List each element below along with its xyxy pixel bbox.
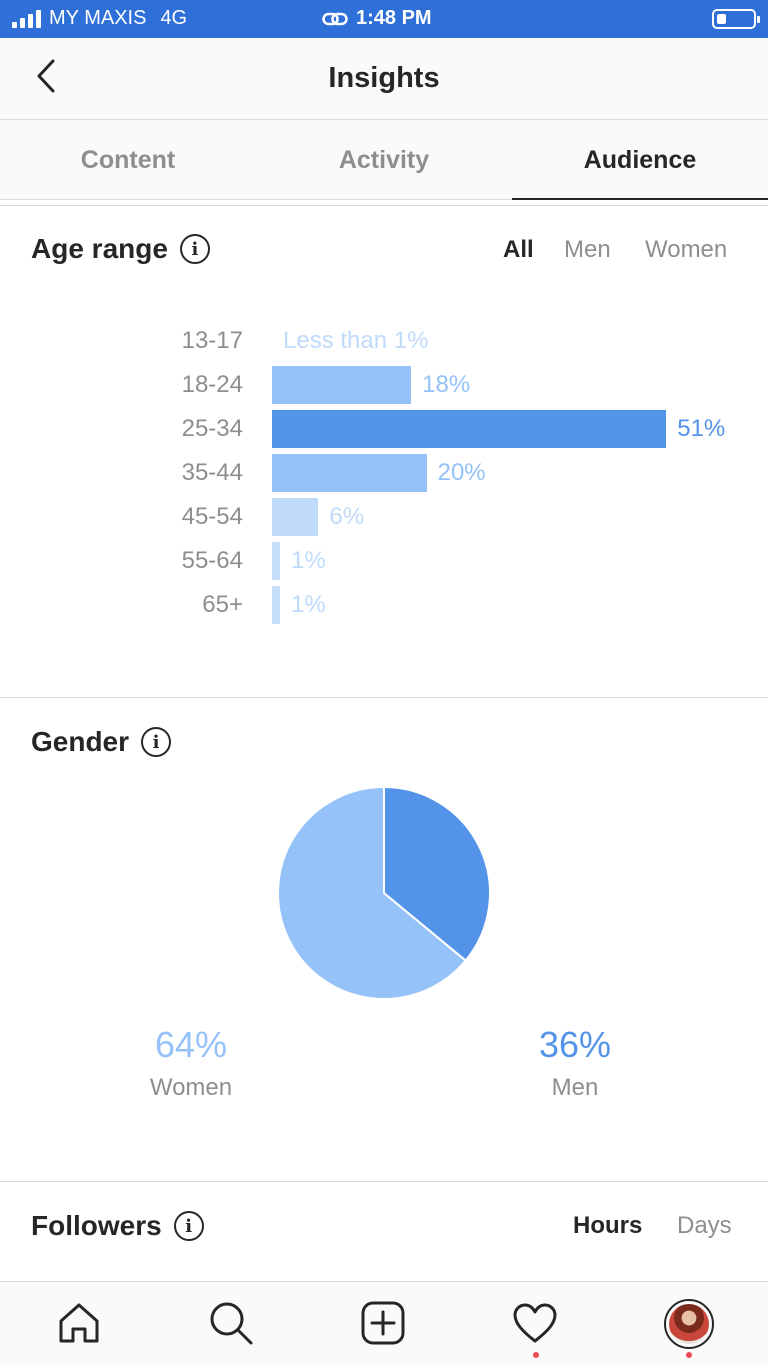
age-value-label: 18% <box>422 371 471 398</box>
section-divider <box>0 697 768 698</box>
age-value-label: 51% <box>677 415 726 442</box>
age-row-label: 55-64 <box>181 547 243 574</box>
age-row-label: 65+ <box>202 591 243 618</box>
status-bar: MY MAXIS 4G 1:48 PM <box>0 0 768 38</box>
notification-dot <box>533 1352 539 1358</box>
tab-bar: Content Activity Audience <box>0 120 768 200</box>
age-row-label: 25-34 <box>181 415 243 442</box>
section-divider <box>0 1181 768 1182</box>
home-icon <box>59 1303 99 1343</box>
signal-icon <box>12 9 41 28</box>
age-row: 45-54 6% <box>0 495 768 539</box>
header: Insights <box>0 38 768 120</box>
women-label: Women <box>149 1074 233 1101</box>
carrier-label: MY MAXIS <box>49 7 147 29</box>
status-time: 1:48 PM <box>356 7 432 29</box>
info-icon[interactable]: i <box>141 727 172 757</box>
network-label: 4G <box>160 7 188 29</box>
tab-activity[interactable]: Activity <box>256 120 512 199</box>
avatar-image <box>669 1304 709 1344</box>
notification-dot <box>686 1352 692 1358</box>
age-value-label: 20% <box>437 459 486 486</box>
age-range-heading: Age range i <box>31 233 210 265</box>
age-bar <box>272 542 280 580</box>
age-value-label: 6% <box>329 503 365 530</box>
age-filter-all[interactable]: All <box>503 236 534 264</box>
age-value-label: 1% <box>291 547 326 574</box>
bottom-nav <box>0 1281 768 1365</box>
age-value-label: Less than 1% <box>283 327 429 354</box>
nav-activity[interactable] <box>512 1300 558 1346</box>
age-row: 25-34 51% <box>0 407 768 451</box>
age-bar <box>272 498 319 536</box>
age-row: 18-24 18% <box>0 363 768 407</box>
age-value-label: 1% <box>291 591 326 618</box>
age-filter-women[interactable]: Women <box>645 236 727 264</box>
age-row-label: 45-54 <box>181 503 243 530</box>
age-row: 65+ 1% <box>0 583 768 627</box>
age-row: 13-17 Less than 1% <box>0 319 768 363</box>
profile-avatar[interactable] <box>664 1299 714 1349</box>
age-row-label: 18-24 <box>181 371 243 398</box>
followers-title: Followers <box>31 1210 162 1241</box>
link-icon <box>322 12 348 25</box>
age-filter-men[interactable]: Men <box>564 236 611 264</box>
info-icon[interactable]: i <box>173 1211 204 1241</box>
age-row-label: 35-44 <box>181 459 243 486</box>
age-bar <box>272 454 427 492</box>
gender-heading: Gender i <box>31 726 172 758</box>
men-percent: 36% <box>538 1024 612 1065</box>
info-icon[interactable]: i <box>179 234 210 264</box>
add-post-icon <box>361 1301 405 1345</box>
nav-search[interactable] <box>208 1300 254 1346</box>
battery-icon <box>712 9 760 29</box>
nav-home[interactable] <box>56 1300 102 1346</box>
gender-title: Gender <box>31 726 130 757</box>
age-row: 35-44 20% <box>0 451 768 495</box>
men-label: Men <box>551 1074 599 1101</box>
age-range-title: Age range <box>31 233 168 264</box>
search-icon <box>210 1302 253 1345</box>
age-bar <box>272 366 412 404</box>
tab-content[interactable]: Content <box>0 120 256 199</box>
nav-add-post[interactable] <box>360 1300 406 1346</box>
activity-heart-icon <box>513 1303 557 1343</box>
followers-filter-hours[interactable]: Hours <box>573 1212 642 1240</box>
tab-audience[interactable]: Audience <box>512 120 768 200</box>
section-divider <box>0 205 768 206</box>
followers-heading: Followers i <box>31 1210 204 1242</box>
status-center: 1:48 PM <box>322 7 432 30</box>
page-title: Insights <box>328 62 440 94</box>
age-row-label: 13-17 <box>181 327 243 354</box>
followers-filter-days[interactable]: Days <box>677 1212 732 1240</box>
gender-pie-chart <box>277 785 491 1000</box>
age-bar <box>272 410 667 448</box>
gender-stat-men: 36% Men <box>475 1024 675 1102</box>
status-left: MY MAXIS 4G <box>12 7 187 30</box>
gender-stat-women: 64% Women <box>91 1024 291 1102</box>
age-row: 55-64 1% <box>0 539 768 583</box>
age-bar <box>272 586 280 624</box>
women-percent: 64% <box>154 1024 228 1065</box>
